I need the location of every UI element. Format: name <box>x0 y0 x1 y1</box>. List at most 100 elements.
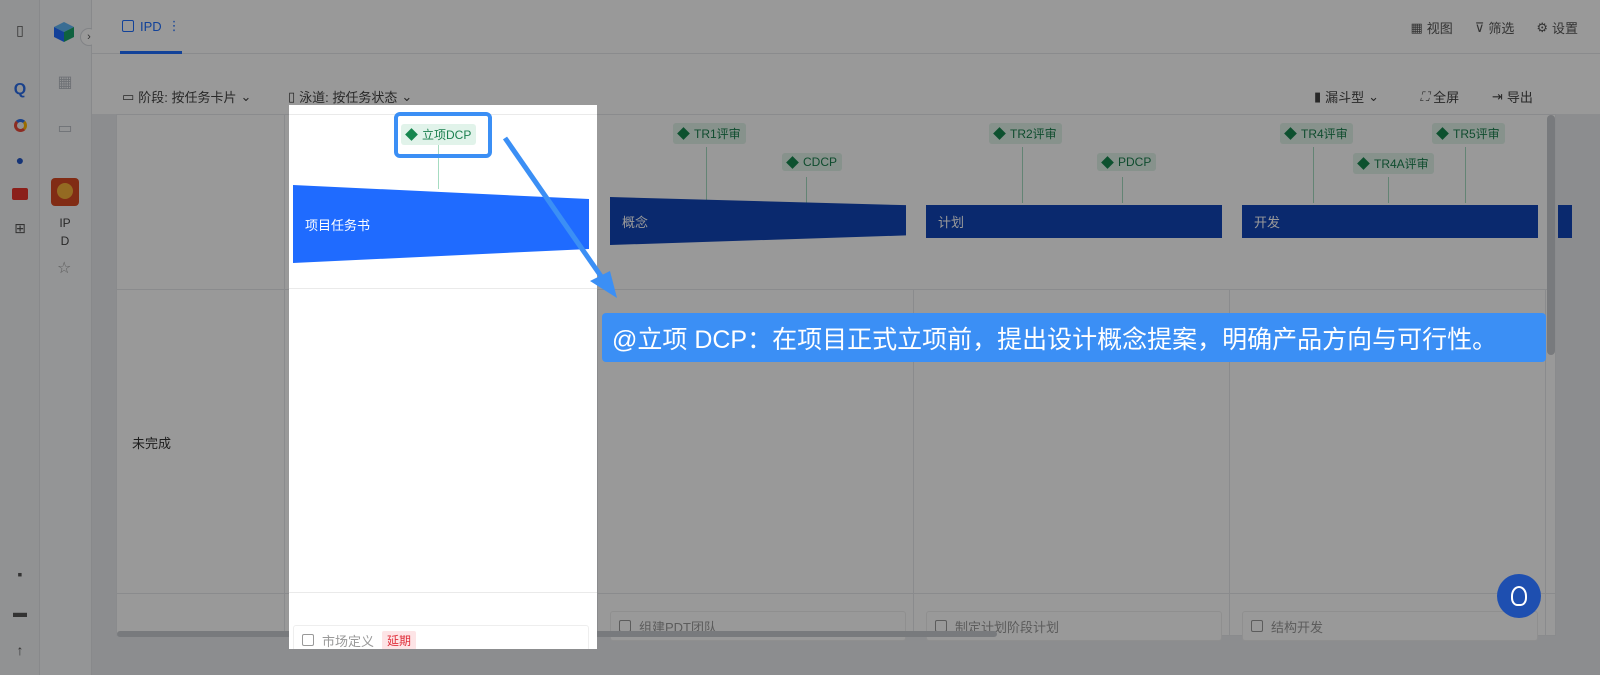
task-check-icon <box>122 20 134 32</box>
stage-selector[interactable]: ▭ 阶段: 按任务卡片 ⌄ <box>122 87 251 106</box>
project-name-line2: D <box>60 234 70 248</box>
lane-label-column <box>117 115 285 635</box>
milestone-pdcp[interactable]: PDCP <box>1097 153 1157 171</box>
diamond-icon <box>1357 157 1370 170</box>
checkbox-icon[interactable] <box>302 634 314 646</box>
tour-highlight <box>394 112 492 158</box>
stage-plan[interactable]: 计划 <box>926 205 1222 238</box>
diamond-icon <box>1436 127 1449 140</box>
fullscreen-icon: ⛶ <box>1420 88 1430 104</box>
view-button[interactable]: ▦ 视图 <box>1410 18 1452 37</box>
cube-logo-icon[interactable] <box>52 20 76 44</box>
milestone-stem <box>706 147 707 203</box>
fullscreen-button[interactable]: ⛶ 全屏 <box>1420 87 1459 106</box>
diamond-icon <box>1284 127 1297 140</box>
lane-selector[interactable]: ▯ 泳道: 按任务状态 ⌄ <box>288 87 412 106</box>
tour-callout: @立项 DCP：在项目正式立项前，提出设计概念提案，明确产品方向与可行性。 <box>602 313 1546 362</box>
app-rail: ▯ Q ● ⊞ ▪ ▬ ↑ <box>0 0 40 675</box>
milestone-stem <box>1465 147 1466 203</box>
bars-icon: ▮ <box>1314 88 1322 104</box>
settings-button[interactable]: ⚙ 设置 <box>1536 18 1578 37</box>
milestone-tr5[interactable]: TR5评审 <box>1432 123 1505 144</box>
milestone-label: TR2评审 <box>1010 127 1057 141</box>
milestone-label: TR5评审 <box>1453 127 1500 141</box>
task-card-title: 结构开发 <box>1271 619 1324 635</box>
task-card[interactable]: 市场定义 延期 <box>293 625 589 649</box>
milestone-tr4a[interactable]: TR4A评审 <box>1353 153 1434 174</box>
view-type-label: 漏斗型 <box>1325 90 1365 105</box>
calendar-icon: ▭ <box>122 88 135 104</box>
stage-label: 计划 <box>938 215 965 230</box>
project-name-line1: IP <box>59 216 71 230</box>
ring-app-icon[interactable] <box>10 115 30 135</box>
callout-text: @立项 DCP：在项目正式立项前，提出设计概念提案，明确产品方向与可行性。 <box>612 325 1498 354</box>
checkbox-icon[interactable] <box>1251 620 1263 632</box>
more-vertical-icon[interactable]: ⋮ <box>168 18 181 34</box>
export-icon: ⇥ <box>1492 88 1503 104</box>
briefcase-icon[interactable]: ▬ <box>10 602 30 622</box>
chevron-down-icon: ⌄ <box>401 88 413 104</box>
task-card[interactable]: 结构开发 <box>1242 611 1538 641</box>
lightbulb-icon <box>1511 586 1527 606</box>
filter-label: 筛选 <box>1488 21 1515 36</box>
view-grid-icon: ▦ <box>1410 19 1423 35</box>
diamond-icon <box>993 127 1006 140</box>
folder-outline-icon[interactable]: ▭ <box>55 118 75 138</box>
milestone-label: TR4评审 <box>1301 127 1348 141</box>
tab-ipd-label: IPD <box>140 18 162 34</box>
add-app-icon[interactable]: ⊞ <box>10 218 30 238</box>
project-avatar[interactable] <box>51 178 79 206</box>
header-divider <box>289 288 597 289</box>
task-card-title: 市场定义 <box>322 633 375 649</box>
fullscreen-label: 全屏 <box>1433 90 1460 105</box>
stage-next[interactable] <box>1558 205 1572 238</box>
milestone-label: TR1评审 <box>694 127 741 141</box>
view-label: 视图 <box>1426 21 1453 36</box>
stage-label: 开发 <box>1254 215 1281 230</box>
milestone-stem <box>1313 147 1314 203</box>
paw-app-icon[interactable]: ● <box>10 150 30 170</box>
lane-label: 未完成 <box>132 436 172 451</box>
vertical-scrollbar[interactable] <box>1547 115 1555 355</box>
diamond-icon <box>786 155 799 169</box>
stage-develop[interactable]: 开发 <box>1242 205 1538 238</box>
milestone-label: TR4A评审 <box>1374 157 1429 171</box>
milestone-stem <box>1122 177 1123 203</box>
tips-button[interactable] <box>1497 574 1541 618</box>
pin-icon[interactable]: ↑ <box>10 640 30 660</box>
tour-spotlight: 立项DCP 项目任务书 市场定义 延期 <box>289 105 597 649</box>
grid-icon[interactable]: ▦ <box>55 72 75 92</box>
milestone-stem <box>806 177 807 203</box>
star-icon[interactable]: ☆ <box>57 258 71 278</box>
red-app-icon[interactable] <box>10 184 30 204</box>
milestone-tr4[interactable]: TR4评审 <box>1280 123 1353 144</box>
chevron-down-icon: ⌄ <box>1368 88 1380 104</box>
milestone-stem <box>1022 147 1023 203</box>
export-button[interactable]: ⇥ 导出 <box>1492 87 1533 106</box>
diamond-icon <box>677 127 690 140</box>
view-type-selector[interactable]: ▮ 漏斗型 ⌄ <box>1314 87 1379 106</box>
stage-concept[interactable]: 概念 <box>610 197 906 245</box>
milestone-label: PDCP <box>1118 155 1152 169</box>
stage-selector-label: 阶段: 按任务卡片 <box>138 90 237 105</box>
filter-button[interactable]: ⊽ 筛选 <box>1475 18 1515 37</box>
column-divider <box>597 289 598 635</box>
milestone-cdcp[interactable]: CDCP <box>782 153 843 171</box>
milestone-tr1[interactable]: TR1评审 <box>673 123 746 144</box>
filter-icon: ⊽ <box>1474 19 1485 35</box>
lane-selector-label: 泳道: 按任务状态 <box>299 90 398 105</box>
q-app-icon[interactable]: Q <box>10 80 30 100</box>
gear-icon: ⚙ <box>1536 19 1548 35</box>
milestone-tr2[interactable]: TR2评审 <box>989 123 1062 144</box>
late-badge: 延期 <box>382 630 417 649</box>
project-sidebar: › ▦ ▭ IP D ☆ <box>40 0 98 675</box>
stage-project-charter[interactable]: 项目任务书 <box>293 185 589 263</box>
diamond-icon <box>1101 155 1114 169</box>
tab-ipd[interactable]: IPD ⋮ <box>122 18 181 34</box>
project-name[interactable]: IP D <box>50 214 80 250</box>
folder-icon[interactable]: ▪ <box>10 564 30 584</box>
chevron-down-icon: ⌄ <box>240 88 252 104</box>
lane-divider <box>289 592 597 593</box>
phone-icon[interactable]: ▯ <box>10 20 30 40</box>
lane-icon: ▯ <box>288 88 296 104</box>
